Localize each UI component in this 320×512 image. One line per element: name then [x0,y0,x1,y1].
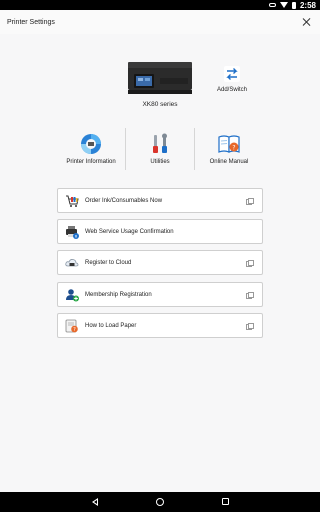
swap-icon [224,66,240,82]
wifi-icon [279,2,288,8]
menu-item-label: Order Ink/Consumables Now [85,197,163,204]
cart-icon [66,195,79,207]
add-member-icon [66,288,79,301]
app-header: Printer Settings [0,10,320,34]
online-manual-button[interactable]: ? Online Manual [194,132,264,172]
recents-icon[interactable] [222,498,229,505]
printer-card[interactable]: XK80 series [122,62,198,110]
function-label: Online Manual [209,159,249,165]
printer-icon [128,62,192,94]
utilities-button[interactable]: Utilities [125,132,195,172]
home-icon[interactable] [156,498,164,506]
printer-information-icon [81,134,101,154]
status-time: 2:58 [299,0,316,10]
printer-info-icon [66,225,79,239]
add-switch-button[interactable]: Add/Switch [214,66,250,96]
navigation-bar [0,492,320,512]
register-to-cloud-button[interactable]: Register to Cloud [57,250,263,275]
svg-text:?: ? [73,327,76,333]
menu-item-label: Web Service Usage Confirmation [85,228,174,235]
function-label: Printer Information [66,159,116,165]
external-link-icon [246,322,254,330]
external-link-icon [246,259,254,267]
cloud-icon [65,258,79,266]
online-manual-icon: ? [218,135,240,153]
printer-settings-screen: 2:58 Printer Settings XK80 series Add/Sw… [0,0,320,512]
menu-item-label: Register to Cloud [85,259,132,266]
page-title: Printer Settings [7,18,55,26]
order-ink-button[interactable]: Order Ink/Consumables Now [57,188,263,213]
function-label: Utilities [150,159,170,165]
utilities-icon [153,133,167,153]
external-link-icon [246,197,254,205]
membership-registration-button[interactable]: Membership Registration [57,282,263,307]
printer-name: XK80 series [142,101,178,108]
status-bar: 2:58 [0,0,320,10]
paper-help-icon: ? [65,319,78,333]
printer-information-button[interactable]: Printer Information [56,132,126,172]
how-to-load-paper-button[interactable]: ? How to Load Paper [57,313,263,338]
external-link-icon [246,291,254,299]
key-icon [268,3,276,7]
add-switch-label: Add/Switch [216,87,247,93]
menu-item-label: How to Load Paper [85,322,137,329]
web-service-usage-button[interactable]: Web Service Usage Confirmation [57,219,263,244]
battery-icon [291,1,296,9]
back-icon[interactable] [92,498,98,506]
close-icon[interactable] [302,17,312,27]
menu-item-label: Membership Registration [85,291,152,298]
svg-text:?: ? [232,145,235,152]
